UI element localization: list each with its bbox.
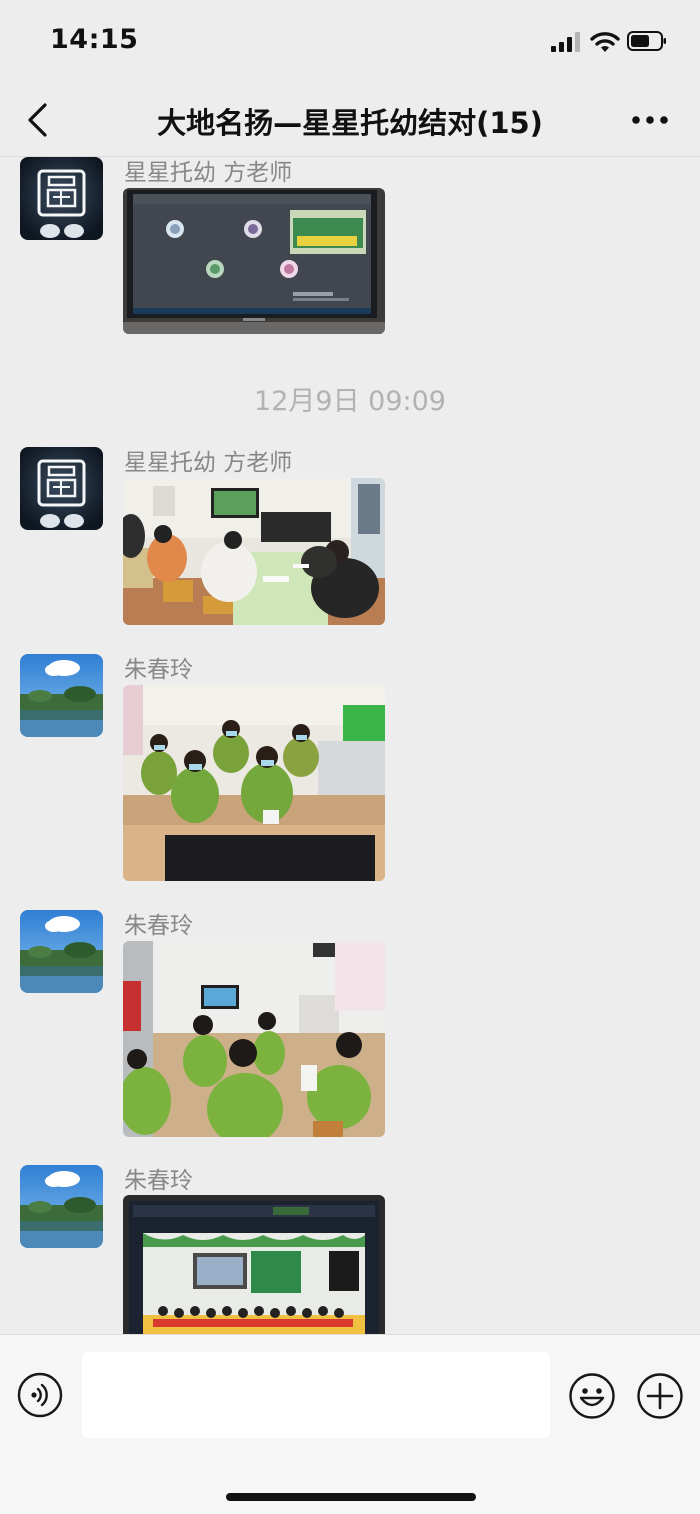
- chat-screen: 14:15 大地名扬—星星托幼结对(15) 星星托幼 方老师 12月9日 09:…: [0, 0, 700, 1514]
- home-indicator[interactable]: [226, 1493, 476, 1501]
- classroom-meeting-image: [123, 478, 385, 625]
- avatar[interactable]: [20, 654, 103, 737]
- lake-landscape-icon: [20, 910, 103, 993]
- computer-video-call-image: [123, 188, 385, 334]
- message-item: 朱春玲: [0, 1165, 700, 1334]
- more-options-button[interactable]: [624, 102, 676, 138]
- message-item: 星星托幼 方老师: [0, 447, 700, 627]
- round-seal-icon: [20, 157, 103, 240]
- message-item: 星星托幼 方老师: [0, 157, 700, 347]
- signal-icon: [551, 32, 581, 52]
- timestamp: 12月9日 09:09: [254, 386, 446, 417]
- input-bar: [0, 1334, 700, 1514]
- avatar[interactable]: [20, 157, 103, 240]
- status-bar: 14:15: [0, 0, 700, 84]
- more-functions-button[interactable]: [636, 1372, 684, 1420]
- message-item: 朱春玲: [0, 910, 700, 1140]
- photo-message[interactable]: [123, 188, 385, 334]
- message-list[interactable]: 星星托幼 方老师 12月9日 09:09 星星托幼 方老师 朱春玲 朱春玲 朱春…: [0, 157, 700, 1334]
- avatar[interactable]: [20, 447, 103, 530]
- photo-message[interactable]: [123, 1195, 385, 1334]
- voice-input-button[interactable]: [17, 1372, 63, 1418]
- sender-name: 星星托幼 方老师: [124, 450, 293, 476]
- lake-landscape-icon: [20, 654, 103, 737]
- photo-message[interactable]: [123, 685, 385, 881]
- photo-message[interactable]: [123, 478, 385, 625]
- avatar[interactable]: [20, 910, 103, 993]
- message-input[interactable]: [82, 1352, 550, 1438]
- nav-bar: 大地名扬—星星托幼结对(15): [0, 84, 700, 157]
- status-time: 14:15: [50, 24, 139, 55]
- sender-name: 朱春玲: [124, 657, 193, 683]
- monitor-kindergarten-stage-image: [123, 1195, 385, 1334]
- sender-name: 朱春玲: [124, 1168, 193, 1194]
- teachers-watching-screen-image: [123, 941, 385, 1137]
- sender-name: 朱春玲: [124, 913, 193, 939]
- lake-landscape-icon: [20, 1165, 103, 1248]
- round-seal-icon: [20, 447, 103, 530]
- chat-title: 大地名扬—星星托幼结对(15): [157, 106, 543, 140]
- wifi-icon: [590, 32, 620, 52]
- emoji-button[interactable]: [568, 1372, 616, 1420]
- photo-message[interactable]: [123, 941, 385, 1137]
- battery-icon: [627, 31, 666, 51]
- message-item: 朱春玲: [0, 654, 700, 884]
- avatar[interactable]: [20, 1165, 103, 1248]
- teachers-seated-image: [123, 685, 385, 881]
- sender-name: 星星托幼 方老师: [124, 160, 293, 186]
